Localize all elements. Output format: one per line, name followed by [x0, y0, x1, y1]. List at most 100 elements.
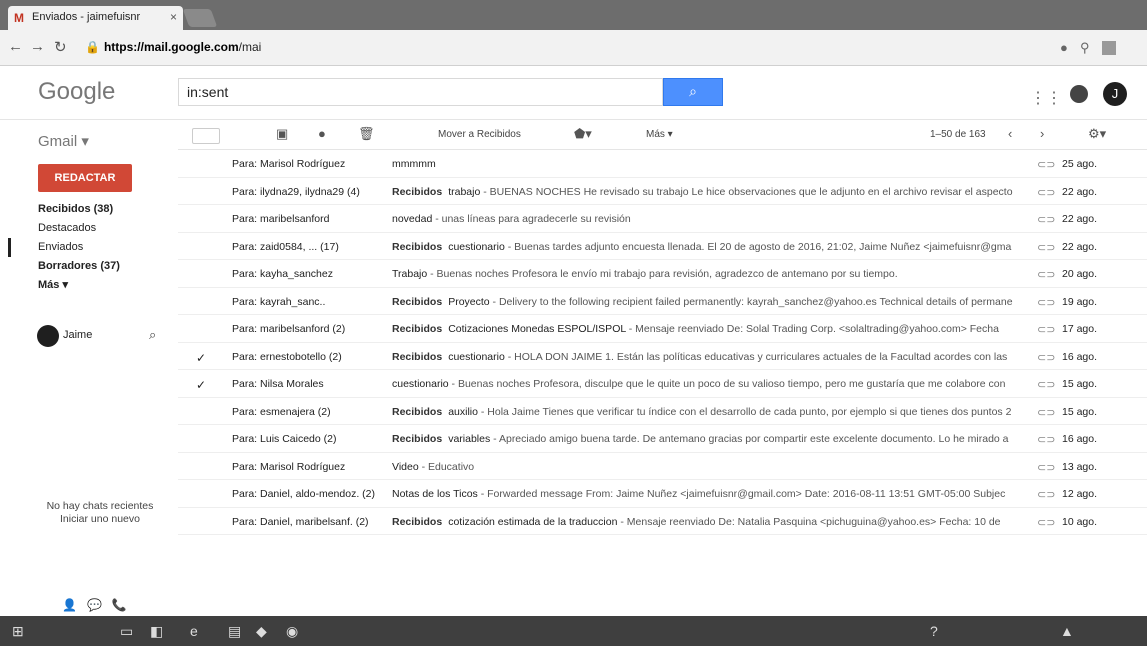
email-label: Recibidos [392, 295, 443, 308]
email-row[interactable]: Para: Marisol Rodríguez mmmmm ⊂⊃ 25 ago. [178, 150, 1147, 178]
browser-tab[interactable]: M Enviados - jaimefuisnr × [8, 6, 183, 30]
edge-icon[interactable]: e [190, 623, 198, 639]
email-subject: novedad [392, 213, 433, 225]
compose-button[interactable]: REDACTAR [38, 164, 132, 192]
no-chats-text: No hay chats recientes [46, 500, 154, 512]
email-date: 12 ago. [1062, 488, 1098, 500]
email-content: Notas de los Ticos - Forwarded message F… [392, 488, 1032, 500]
email-row[interactable]: Para: maribelsanford novedad - unas línea… [178, 205, 1147, 233]
email-row[interactable]: Para: kayrah_sanc.. Recibidos Proyecto - D… [178, 288, 1147, 315]
windows-taskbar: ⊞ ▭ ◧ e ▤ ◆ ◉ ? ▲ [0, 616, 1147, 646]
email-content: mmmmm [392, 158, 1032, 170]
chat-user-name: Jaime [63, 329, 93, 341]
extension-icon[interactable]: ● [1060, 40, 1068, 55]
email-content: Recibidos Cotizaciones Monedas ESPOL/ISPO… [392, 323, 1032, 335]
chat-search-icon[interactable]: ⌕ [149, 327, 156, 343]
chat-footer-icons: 👤💬📞 [62, 598, 137, 612]
email-row[interactable]: ✓ Para: Nilsa Morales cuestionario - Buena… [178, 370, 1147, 398]
email-label: Recibidos [392, 323, 443, 335]
reload-icon[interactable]: ↻ [54, 38, 67, 56]
email-row[interactable]: Para: Daniel, maribelsanf. (2) Recibidos c… [178, 508, 1147, 535]
more-button[interactable]: Más ▾ [646, 129, 673, 140]
email-row[interactable]: Para: maribelsanford (2) Recibidos Cotizac… [178, 315, 1147, 343]
chrome-icon[interactable]: ◉ [286, 623, 298, 640]
email-row[interactable]: Para: Luis Caicedo (2) Recibidos variables… [178, 425, 1147, 453]
explorer-icon[interactable]: ▤ [228, 623, 241, 640]
email-list: Para: Marisol Rodríguez mmmmm ⊂⊃ 25 ago. Par… [178, 150, 1147, 535]
email-recipient: Para: Daniel, aldo-mendoz. (2) [232, 488, 375, 500]
chat-user[interactable]: Jaime ⌕ [37, 325, 167, 349]
account-avatar[interactable]: J [1103, 82, 1127, 106]
delete-icon[interactable]: 🗑 [358, 126, 375, 142]
email-snippet: - Mensaje reenviado De: Natalia Pasquina… [617, 515, 1001, 528]
report-spam-icon[interactable]: ● [318, 126, 326, 141]
sidebar-item-4[interactable]: Más ▾ [0, 276, 178, 295]
email-subject: variables [448, 433, 491, 445]
attachment-icon: ⊂⊃ [1037, 269, 1056, 281]
sidebar-item-3[interactable]: Borradores (37) [0, 257, 178, 276]
app-icon[interactable]: ◆ [256, 623, 267, 640]
archive-icon[interactable]: ▣ [276, 126, 288, 142]
email-snippet: - BUENAS NOCHES He revisado su trabajo L… [480, 185, 1013, 198]
attachment-icon: ⊂⊃ [1037, 461, 1056, 474]
email-row[interactable]: Para: Daniel, aldo-mendoz. (2) Notas de l… [178, 480, 1147, 508]
google-logo[interactable]: Google [38, 78, 115, 106]
email-recipient: Para: Marisol Rodríguez [232, 460, 346, 473]
email-content: Recibidos cotización estimada de la tradu… [392, 516, 1032, 528]
select-all-checkbox[interactable] [192, 128, 220, 144]
email-date: 22 ago. [1062, 185, 1098, 198]
hangouts-icon[interactable]: 💬 [87, 598, 112, 612]
url-path: /mai [238, 40, 262, 54]
forward-icon[interactable]: → [30, 38, 45, 55]
prev-page-icon[interactable]: ‹ [1008, 126, 1012, 141]
email-row[interactable]: Para: kayha_sanchez Trabajo - Buenas noch… [178, 260, 1147, 288]
sidebar-item-1[interactable]: Destacados [0, 219, 178, 238]
location-icon[interactable]: ⚲ [1080, 40, 1090, 56]
row-check-icon[interactable]: ✓ [196, 351, 206, 365]
tab-close-icon[interactable]: × [170, 10, 177, 24]
help-icon[interactable]: ? [930, 623, 938, 639]
attachment-icon: ⊂⊃ [1037, 186, 1056, 199]
email-subject: cotización estimada de la traduccion [448, 515, 618, 528]
email-content: Recibidos cuestionario - Buenas tardes ad… [392, 241, 1032, 253]
email-row[interactable]: Para: esmenajera (2) Recibidos auxilio - H… [178, 398, 1147, 425]
new-tab-button[interactable] [182, 9, 218, 27]
store-icon[interactable]: ◧ [150, 623, 163, 640]
settings-gear-icon[interactable]: ⚙▾ [1088, 126, 1106, 142]
email-snippet: - Apreciado amigo buena tarde. De antema… [490, 433, 1009, 445]
email-content: Recibidos variables - Apreciado amigo bue… [392, 433, 1032, 445]
menu-icon[interactable] [1102, 41, 1116, 55]
phone-icon[interactable]: 📞 [112, 598, 137, 612]
apps-grid-icon[interactable]: ⋮⋮ [1030, 88, 1062, 108]
email-date: 13 ago. [1062, 460, 1098, 473]
email-snippet: - Forwarded message From: Jaime Nuñez <j… [477, 488, 1006, 500]
email-row[interactable]: Para: zaid0584, ... (17) Recibidos cuestio… [178, 233, 1147, 260]
email-content: Recibidos trabajo - BUENAS NOCHES He revi… [392, 186, 1032, 198]
start-chat-link[interactable]: Iniciar uno nuevo [30, 513, 170, 526]
row-check-icon[interactable]: ✓ [196, 378, 206, 392]
search-button[interactable]: ⌕ [663, 78, 723, 106]
chat-avatar [37, 325, 59, 347]
email-snippet: - Buenas tardes adjunto encuesta llenada… [504, 240, 1012, 253]
email-subject: Proyecto [448, 295, 490, 308]
notifications-icon[interactable] [1070, 85, 1088, 103]
sidebar-item-0[interactable]: Recibidos (38) [0, 200, 178, 219]
sidebar-item-2[interactable]: Enviados [0, 238, 178, 257]
email-row[interactable]: ✓ Para: ernestobotello (2) Recibidos cuesti… [178, 343, 1147, 370]
label-icon[interactable]: ⬟▾ [574, 126, 592, 142]
tray-icons[interactable]: ▲ [1060, 623, 1074, 639]
back-icon[interactable]: ← [8, 38, 23, 55]
email-row[interactable]: Para: ilydna29, ilydna29 (4) Recibidos tra… [178, 178, 1147, 205]
start-icon[interactable]: ⊞ [12, 623, 24, 640]
gmail-app-switcher[interactable]: Gmail ▾ [38, 132, 89, 150]
gmail-favicon-icon: M [14, 11, 24, 25]
next-page-icon[interactable]: › [1040, 126, 1044, 141]
email-row[interactable]: Para: Marisol Rodríguez Video - Educativo… [178, 453, 1147, 480]
email-content: Recibidos auxilio - Hola Jaime Tienes que… [392, 406, 1032, 418]
url-field[interactable]: 🔒 https://mail.google.com/mai [85, 40, 261, 54]
task-view-icon[interactable]: ▭ [120, 623, 133, 640]
move-to-inbox-button[interactable]: Mover a Recibidos [438, 129, 521, 140]
search-input[interactable]: in:sent [178, 78, 663, 106]
person-icon[interactable]: 👤 [62, 598, 87, 612]
email-recipient: Para: ernestobotello (2) [232, 350, 342, 363]
